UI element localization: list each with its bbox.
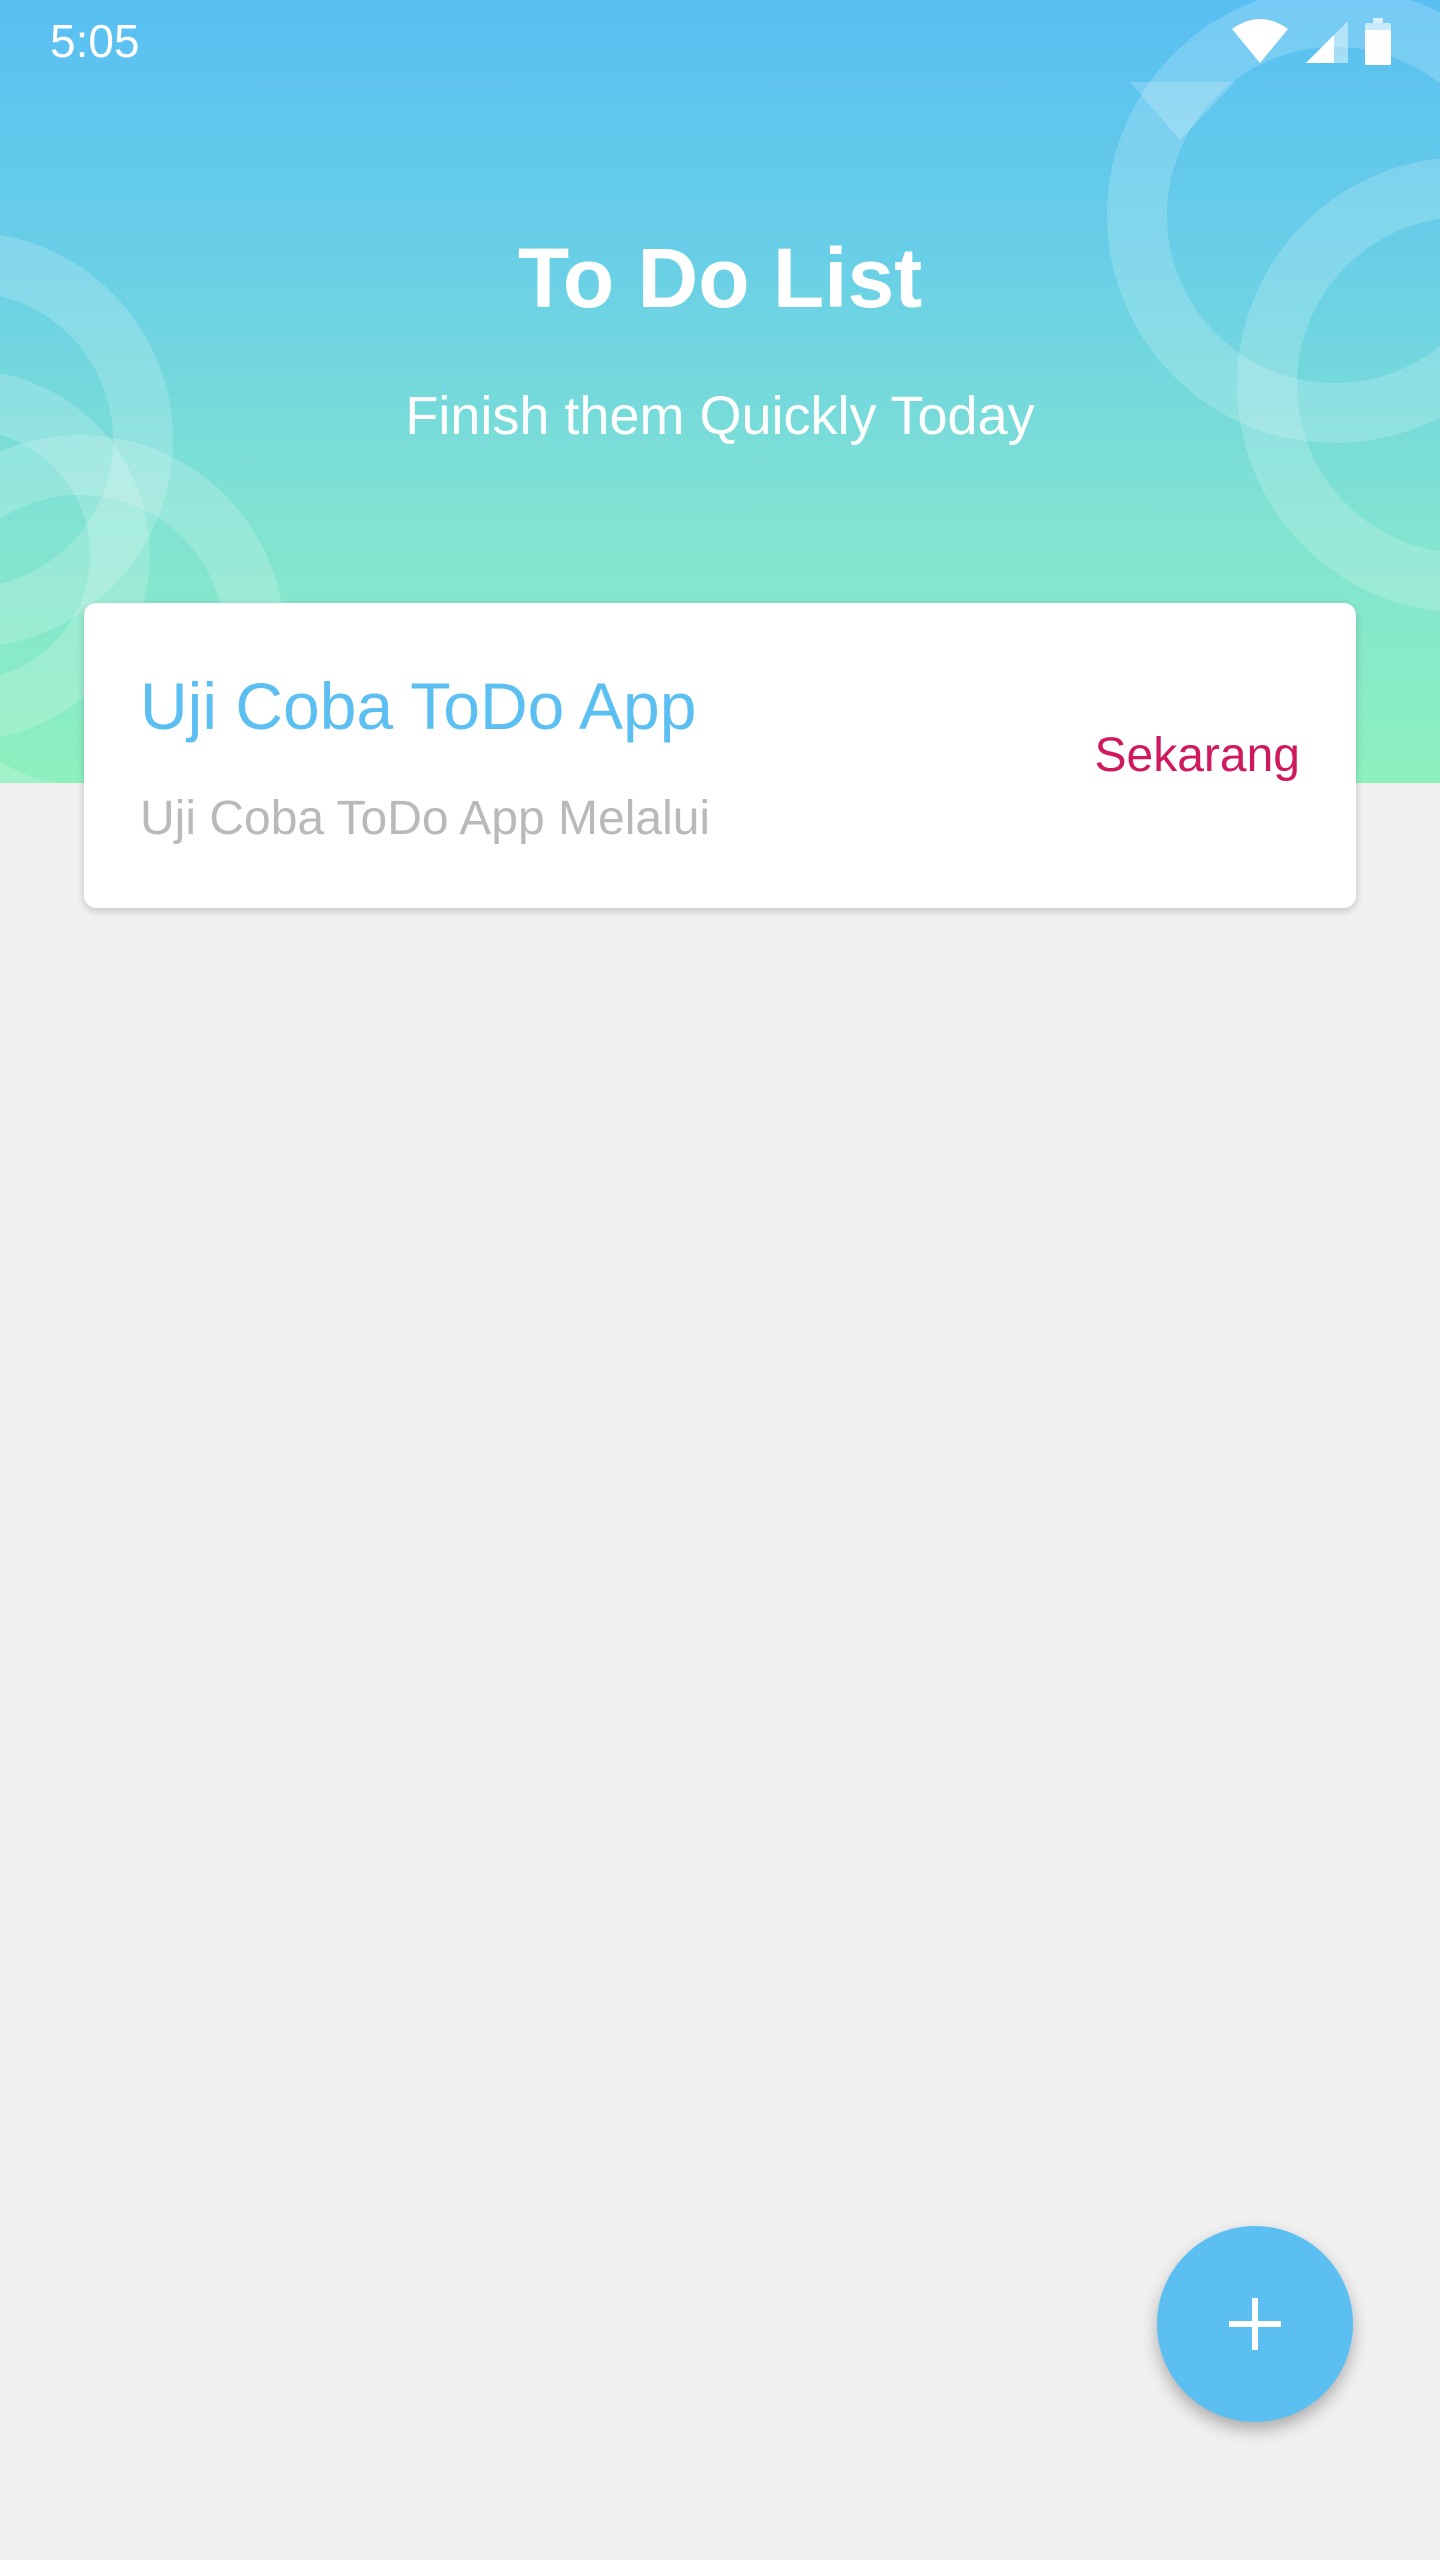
todo-card[interactable]: Uji Coba ToDo App Uji Coba ToDo App Mela… bbox=[84, 603, 1356, 908]
add-todo-button[interactable] bbox=[1157, 2226, 1353, 2422]
todo-time-label: Sekarang bbox=[1094, 729, 1300, 782]
status-icons bbox=[1230, 18, 1392, 66]
status-time: 5:05 bbox=[50, 15, 140, 67]
wifi-icon bbox=[1232, 19, 1288, 63]
plus-icon bbox=[1229, 2298, 1281, 2350]
todo-description: Uji Coba ToDo App Melalui bbox=[140, 792, 711, 845]
page-title: To Do List bbox=[517, 231, 923, 325]
status-bar: 5:05 bbox=[0, 0, 1440, 84]
battery-icon bbox=[1365, 18, 1391, 65]
cell-signal-icon bbox=[1306, 21, 1348, 63]
todo-title: Uji Coba ToDo App bbox=[140, 669, 697, 743]
page-subtitle: Finish them Quickly Today bbox=[405, 386, 1035, 446]
